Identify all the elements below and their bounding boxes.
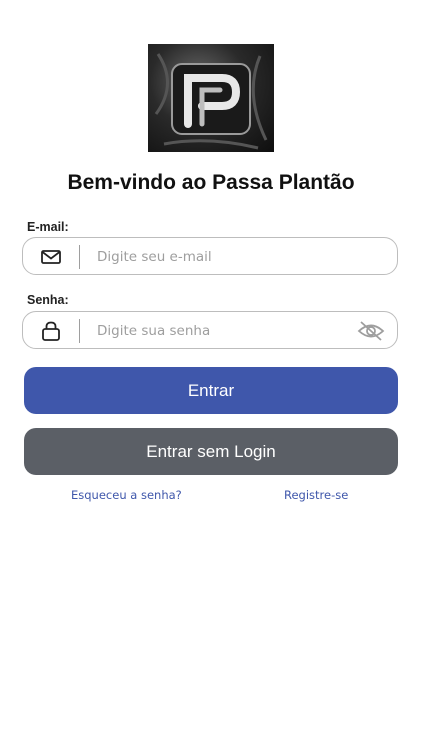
login-button[interactable]: Entrar bbox=[24, 367, 398, 414]
forgot-password-link[interactable]: Esqueceu a senha? bbox=[71, 488, 182, 502]
email-field[interactable] bbox=[22, 237, 398, 275]
lock-icon bbox=[40, 321, 62, 341]
email-field-divider bbox=[79, 245, 81, 269]
password-field[interactable] bbox=[22, 311, 398, 349]
app-logo bbox=[148, 44, 274, 152]
logo-icon bbox=[154, 53, 268, 150]
eye-off-icon[interactable] bbox=[357, 320, 385, 342]
register-link[interactable]: Registre-se bbox=[284, 488, 348, 502]
login-without-account-button[interactable]: Entrar sem Login bbox=[24, 428, 398, 475]
mail-icon bbox=[40, 247, 62, 267]
email-input[interactable] bbox=[95, 244, 349, 270]
password-label: Senha: bbox=[27, 293, 69, 307]
password-input[interactable] bbox=[95, 318, 349, 344]
page-title: Bem-vindo ao Passa Plantão bbox=[67, 171, 355, 194]
email-label: E-mail: bbox=[27, 220, 69, 234]
password-field-divider bbox=[79, 319, 81, 343]
